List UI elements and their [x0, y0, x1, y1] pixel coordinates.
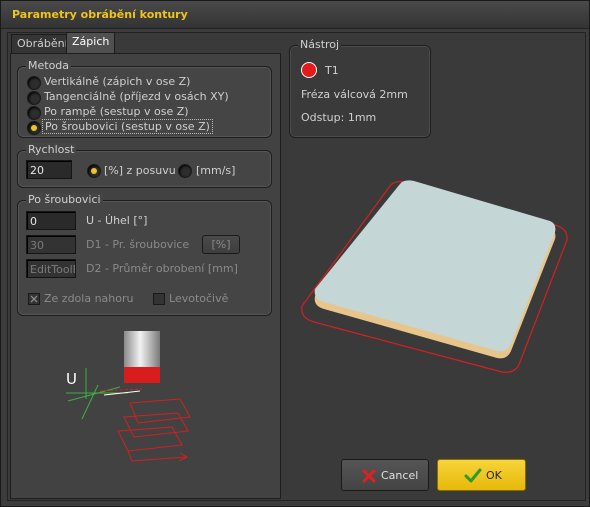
checkmark-icon [464, 468, 482, 483]
tool-color-indicator [301, 62, 317, 78]
radio-procent-z-posuvu-label: [%] z posuvu [104, 164, 176, 177]
uhel-label: U - Úhel [°] [86, 214, 148, 227]
tab-obrabeni[interactable]: Obrábění [11, 34, 74, 53]
d2-label: D2 - Průměr obrobení [mm] [86, 262, 238, 275]
cancel-button[interactable]: Cancel [341, 459, 429, 491]
radio-vertikalne[interactable] [27, 76, 41, 90]
radio-po-rampe-label: Po rampě (sestup v ose Z) [44, 105, 189, 118]
ze-zdola-checkbox[interactable] [28, 293, 40, 305]
cancel-button-label: Cancel [381, 469, 419, 482]
radio-mm-s-label: [mm/s] [196, 164, 236, 177]
nastroj-label: Nástroj [298, 38, 342, 51]
po-sroubovici-label: Po šroubovici [26, 193, 103, 206]
levotocive-label: Levotočivě [169, 292, 229, 305]
diagram-u-label: U [66, 370, 77, 388]
ze-zdola-label: Ze zdola nahoru [44, 292, 134, 305]
tool-cutter-icon [124, 367, 160, 383]
rychlost-label: Rychlost [26, 143, 77, 156]
metoda-label: Metoda [26, 59, 72, 72]
helix-diagram: U [66, 331, 191, 462]
radio-mm-s[interactable] [178, 164, 192, 178]
d1-label: D1 - Pr. šroubovice [86, 238, 190, 251]
d1-unit-button[interactable]: [%] [202, 235, 240, 254]
radio-po-sroubovici[interactable] [27, 121, 41, 135]
uhel-input[interactable]: 0 [26, 211, 76, 230]
radio-tangencialne-label: Tangenciálně (příjezd v osách XY) [44, 90, 229, 103]
levotocive-checkbox[interactable] [153, 293, 165, 305]
tool-shank-icon [124, 331, 160, 369]
radio-po-rampe[interactable] [27, 106, 41, 120]
radio-po-sroubovici-label: Po šroubovici (sestup v ose Z) [42, 119, 213, 134]
tab-zapich[interactable]: Zápich [66, 32, 116, 54]
radio-vertikalne-label: Vertikálně (zápich v ose Z) [44, 75, 191, 88]
tool-offset: Odstup: 1mm [301, 111, 377, 124]
part-preview [301, 180, 568, 373]
window-title: Parametry obrábění kontury [12, 8, 188, 21]
ok-button-label: OK [486, 469, 502, 482]
radio-tangencialne[interactable] [27, 91, 41, 105]
tool-description: Fréza válcová 2mm [301, 88, 408, 101]
checkmark-x-icon [30, 295, 38, 303]
ok-button[interactable]: OK [437, 459, 526, 491]
title-bar[interactable]: Parametry obrábění kontury [1, 1, 589, 29]
d2-input[interactable]: EditToolF [26, 259, 76, 278]
tool-id: T1 [325, 64, 339, 77]
cancel-x-icon [362, 469, 376, 483]
radio-procent-z-posuvu[interactable] [87, 164, 101, 178]
d1-input[interactable]: 30 [26, 235, 76, 254]
rychlost-input[interactable]: 20 [26, 160, 72, 179]
